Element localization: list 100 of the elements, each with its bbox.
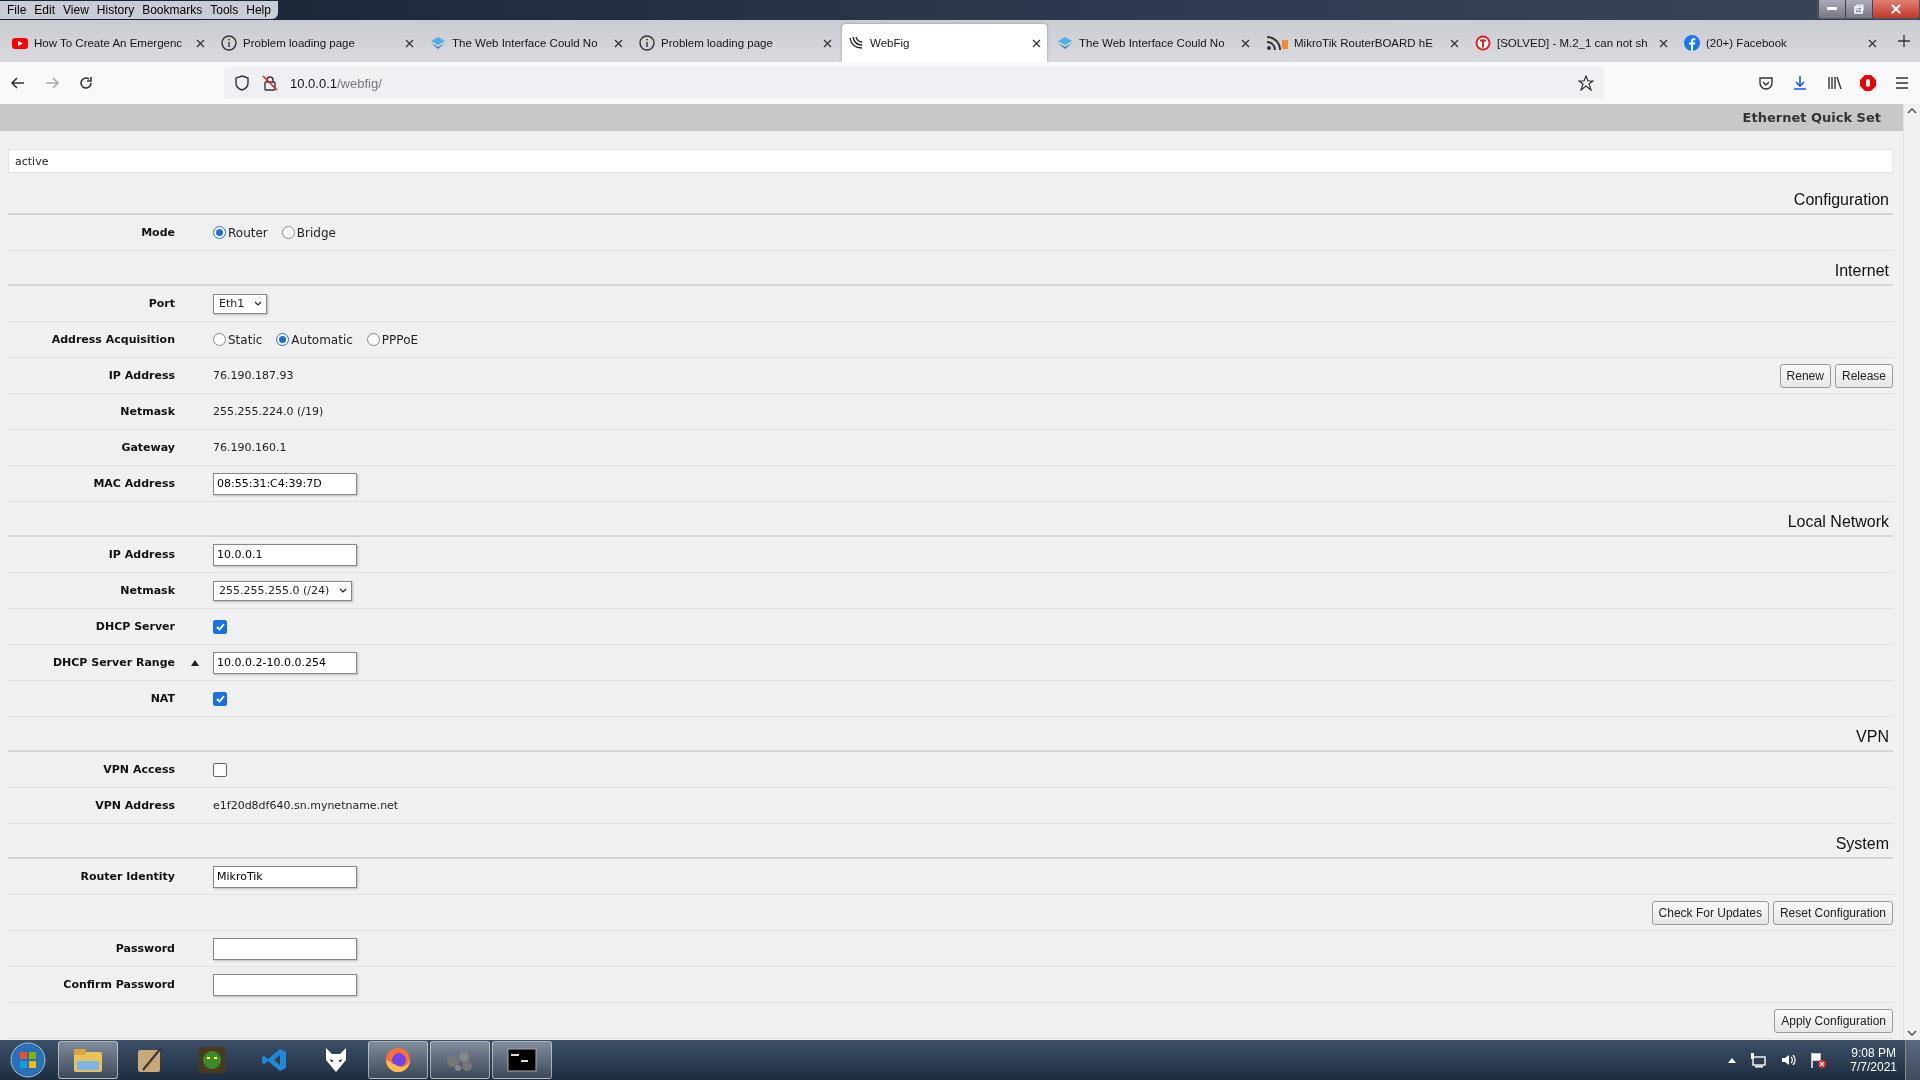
menu-item[interactable]: History <box>93 3 138 17</box>
browser-tab[interactable]: The Web Interface Could No <box>424 24 629 62</box>
menu-item[interactable]: Edit <box>31 3 59 17</box>
chevron-icon <box>339 588 348 593</box>
library-icon <box>1826 75 1842 91</box>
insecure-lock-icon <box>262 75 278 91</box>
close-button[interactable] <box>1872 0 1919 18</box>
menu-item[interactable]: Bookmarks <box>139 3 206 17</box>
back-icon <box>10 75 26 91</box>
collapse-icon[interactable] <box>191 659 199 666</box>
scroll-up-icon <box>1907 108 1917 114</box>
close-icon[interactable] <box>1032 38 1041 48</box>
field-label: VPN Address <box>95 799 175 812</box>
action-button[interactable]: Renew <box>1779 363 1831 388</box>
input-field[interactable]: 10.0.0.1 <box>213 543 357 566</box>
radio-option[interactable]: Bridge <box>281 225 336 240</box>
close-icon[interactable] <box>614 38 623 48</box>
close-icon[interactable] <box>1450 38 1459 48</box>
browser-tab[interactable]: Problem loading page <box>633 24 838 62</box>
radio-button[interactable] <box>213 333 226 346</box>
radio-button[interactable] <box>366 333 380 346</box>
flag-error-icon <box>1810 1052 1827 1068</box>
status-text: active <box>8 149 1893 173</box>
restore-button[interactable] <box>1845 0 1872 18</box>
cube-icon <box>1057 35 1073 51</box>
field-label: NAT <box>150 692 175 705</box>
close-icon[interactable] <box>1659 38 1668 48</box>
network-icon <box>1750 1052 1767 1068</box>
input-field[interactable]: 10.0.0.2-10.0.0.254 <box>213 651 357 674</box>
cube-icon <box>430 35 446 51</box>
radio-option[interactable]: Router <box>213 225 268 240</box>
browser-tab[interactable]: [SOLVED] - M.2_1 can not sh <box>1469 24 1674 62</box>
info-icon <box>221 35 237 51</box>
radio-button[interactable] <box>281 226 295 239</box>
terminal-icon <box>507 1048 537 1072</box>
browser-tab[interactable]: The Web Interface Could No <box>1051 24 1256 62</box>
value-text: e1f20d8df640.sn.mynetname.net <box>213 799 399 812</box>
facebook-icon <box>1684 35 1700 51</box>
input-field[interactable] <box>213 973 357 996</box>
value-text: 76.190.187.93 <box>213 369 294 382</box>
checkbox[interactable] <box>213 762 227 777</box>
browser-tab[interactable]: How To Create An Emergenc <box>6 24 211 62</box>
close-icon[interactable] <box>196 38 205 48</box>
speaker-icon <box>1780 1052 1797 1068</box>
browser-tab[interactable]: Problem loading page <box>215 24 420 62</box>
close-icon[interactable] <box>1241 38 1250 48</box>
download-icon <box>1792 75 1808 91</box>
radio-option[interactable]: Automatic <box>276 332 353 347</box>
menu-item[interactable]: Help <box>243 3 274 17</box>
field-label: Port <box>148 297 175 310</box>
folder-icon <box>73 1047 103 1073</box>
letter-icon <box>1475 35 1491 51</box>
dropdown[interactable]: 255.255.255.0 (/24) <box>213 580 353 601</box>
stop-hand-icon <box>1860 75 1876 91</box>
browser-tab[interactable]: MikroTik RouterBOARD hE <box>1260 24 1465 62</box>
menu-item[interactable]: Tools <box>207 3 242 17</box>
field-label: DHCP Server <box>95 620 175 633</box>
checkbox[interactable] <box>213 691 227 706</box>
field-label: Mode <box>141 226 175 239</box>
action-button[interactable]: Check For Updates <box>1651 900 1769 925</box>
radio-option[interactable]: PPPoE <box>366 332 419 347</box>
field-label: Address Acquisition <box>51 333 175 346</box>
new-tab-icon[interactable] <box>1898 35 1910 47</box>
field-label: IP Address <box>108 548 175 561</box>
close-icon <box>1891 4 1901 14</box>
input-field[interactable] <box>213 937 357 960</box>
radio-button[interactable] <box>276 333 290 346</box>
firefox-icon <box>384 1046 412 1074</box>
page-title: Ethernet Quick Set <box>1742 110 1881 125</box>
close-icon[interactable] <box>405 38 414 48</box>
section-title: Local Network <box>1787 513 1889 531</box>
field-label: Netmask <box>120 584 175 597</box>
restore-icon <box>1854 4 1864 14</box>
scroll-down-icon <box>1907 1030 1917 1036</box>
input-field[interactable]: 08:55:31:C4:39:7D <box>213 472 357 495</box>
browser-tab[interactable]: WebFig <box>842 24 1047 62</box>
dropdown[interactable]: Eth1 <box>213 293 268 314</box>
radio-button[interactable] <box>213 226 226 239</box>
radio-option[interactable]: Static <box>213 332 263 347</box>
input-field[interactable]: MikroTik <box>213 865 357 888</box>
info-icon <box>639 35 655 51</box>
section-title: VPN <box>1856 728 1889 746</box>
action-button[interactable]: Release <box>1834 363 1893 388</box>
section-title: Configuration <box>1793 191 1889 209</box>
close-icon[interactable] <box>1868 38 1877 48</box>
section-title: Internet <box>1834 262 1889 280</box>
minimize-button[interactable] <box>1818 0 1845 18</box>
action-button[interactable]: Apply Configuration <box>1774 1008 1893 1033</box>
menu-item[interactable]: File <box>4 3 30 17</box>
checkbox[interactable] <box>213 619 227 634</box>
section-title: System <box>1835 835 1889 853</box>
forward-icon <box>44 75 60 91</box>
taskbar-button[interactable] <box>492 1041 552 1079</box>
menu-item[interactable]: View <box>60 3 92 17</box>
action-button[interactable]: Reset Configuration <box>1772 900 1893 925</box>
tray-expand-icon <box>1728 1057 1737 1063</box>
close-icon[interactable] <box>823 38 832 48</box>
show-desktop-button[interactable] <box>1905 1040 1920 1080</box>
address-bar[interactable]: 10.0.0.1/webfig/ <box>224 67 1604 99</box>
browser-tab[interactable]: (20+) Facebook <box>1678 24 1883 62</box>
